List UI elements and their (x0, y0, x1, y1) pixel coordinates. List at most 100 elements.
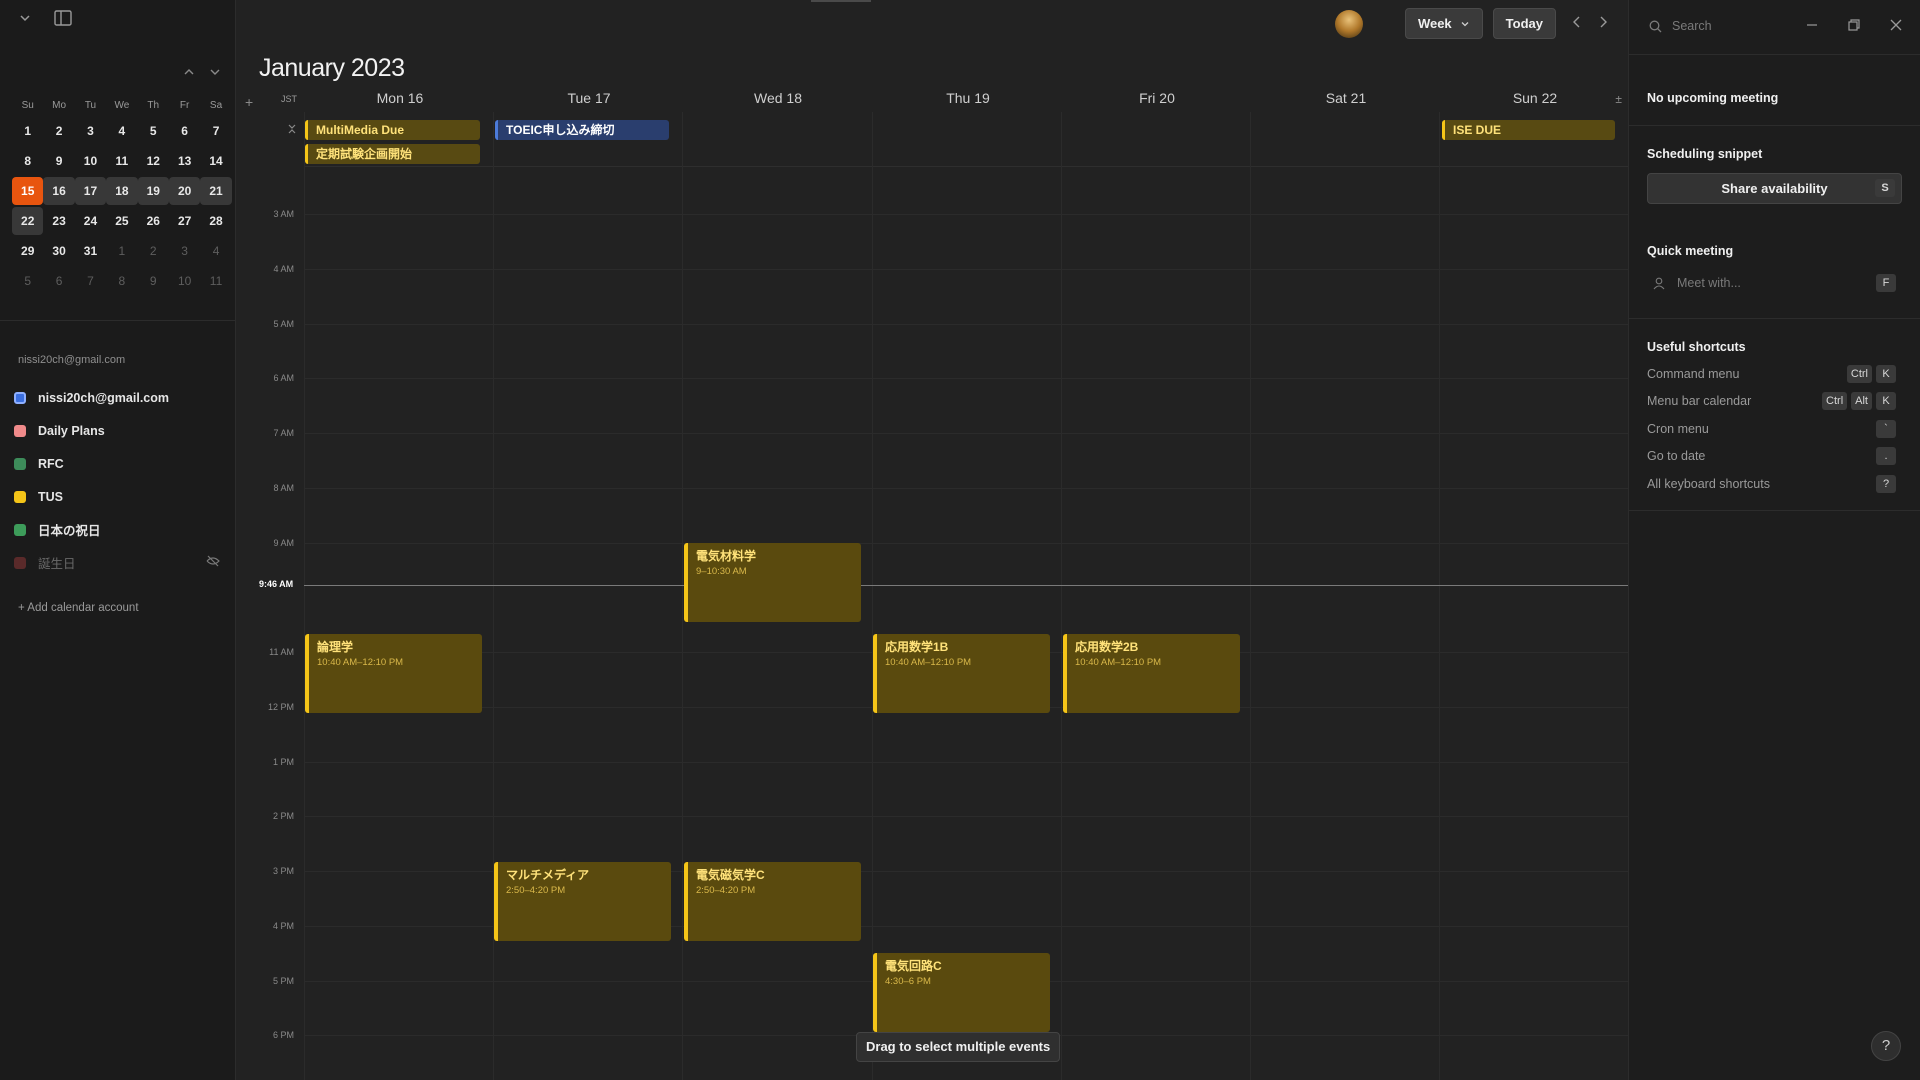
calendar-color-swatch[interactable] (14, 424, 26, 437)
mini-calendar-day[interactable]: 7 (75, 267, 106, 295)
calendar-item-tus[interactable]: TUS (14, 480, 224, 513)
weekday-label: We (114, 100, 130, 111)
today-button[interactable]: Today (1492, 8, 1556, 39)
mini-calendar-day[interactable]: 18 (106, 177, 138, 205)
mini-calendar-day[interactable]: 25 (106, 207, 137, 235)
shortcut-row[interactable]: Cron menu ` (1647, 420, 1902, 438)
mini-calendar-day[interactable]: 2 (43, 117, 74, 145)
mini-calendar-day[interactable]: 6 (169, 117, 200, 145)
calendar-color-swatch[interactable] (14, 391, 26, 404)
mini-calendar-day[interactable]: 4 (200, 237, 231, 265)
mini-calendar-day[interactable]: 12 (138, 147, 169, 175)
calendar-event[interactable]: 論理学 10:40 AM–12:10 PM (305, 634, 482, 713)
mini-calendar-day[interactable]: 1 (106, 237, 137, 265)
chevron-up-icon[interactable] (183, 66, 195, 81)
calendar-item-japan-holidays[interactable]: 日本の祝日 (14, 513, 224, 546)
shortcut-row[interactable]: Menu bar calendar Ctrl Alt K (1647, 392, 1902, 410)
mini-calendar-day[interactable]: 2 (138, 237, 169, 265)
mini-calendar-day[interactable]: 5 (12, 267, 43, 295)
plus-icon[interactable]: + (245, 94, 253, 110)
mini-calendar-day[interactable]: 3 (169, 237, 200, 265)
minimize-icon[interactable] (1806, 18, 1818, 34)
calendar-color-swatch[interactable] (14, 457, 26, 470)
mini-calendar-day[interactable]: 11 (106, 147, 137, 175)
collapse-all-day-icon[interactable] (287, 123, 297, 137)
calendar-event[interactable]: 電気材料学 9–10:30 AM (684, 543, 861, 622)
mini-calendar-day[interactable]: 11 (200, 267, 231, 295)
rss-icon[interactable] (14, 523, 26, 536)
mini-calendar-day[interactable]: 4 (106, 117, 137, 145)
mini-calendar-day[interactable]: 31 (75, 237, 106, 265)
day-header[interactable]: Mon 16 (305, 90, 495, 112)
mini-calendar-day[interactable]: 8 (12, 147, 43, 175)
chevron-down-icon[interactable] (209, 66, 221, 81)
calendar-item-birthdays[interactable]: 誕生日 (14, 546, 224, 579)
share-availability-button[interactable]: Share availability S (1647, 173, 1902, 204)
shortcut-row[interactable]: Command menu Ctrl K (1647, 365, 1902, 383)
day-header[interactable]: Fri 20 (1062, 90, 1252, 112)
mini-calendar-day[interactable]: 19 (137, 177, 169, 205)
calendar-event[interactable]: 電気磁気学C 2:50–4:20 PM (684, 862, 861, 941)
mini-calendar-day[interactable]: 27 (169, 207, 200, 235)
window-drag-handle[interactable] (811, 0, 871, 2)
avatar[interactable] (1334, 9, 1363, 38)
meet-with-input[interactable]: Meet with... F (1653, 274, 1902, 292)
mini-calendar-day[interactable]: 7 (200, 117, 231, 145)
mini-calendar-day[interactable]: 3 (75, 117, 106, 145)
mini-calendar-day[interactable]: 6 (43, 267, 74, 295)
mini-calendar-day[interactable]: 9 (43, 147, 74, 175)
mini-calendar-day[interactable]: 26 (138, 207, 169, 235)
view-select-button[interactable]: Week (1404, 8, 1483, 39)
day-header[interactable]: Tue 17 (494, 90, 684, 112)
mini-calendar-day[interactable]: 10 (75, 147, 106, 175)
mini-calendar-day[interactable]: 17 (74, 177, 107, 205)
mini-calendar-today[interactable]: 15 (12, 177, 44, 205)
calendar-item-rfc[interactable]: RFC (14, 447, 224, 480)
mini-calendar-day[interactable]: 16 (43, 177, 75, 205)
mini-calendar-day[interactable]: 30 (43, 237, 74, 265)
mini-calendar-day[interactable]: 5 (138, 117, 169, 145)
calendar-event[interactable]: 電気回路C 4:30–6 PM (873, 953, 1050, 1032)
calendar-color-swatch[interactable] (14, 556, 26, 569)
sidebar-toggle-icon[interactable] (54, 10, 72, 26)
mini-calendar-day[interactable]: 29 (12, 237, 43, 265)
mini-calendar-day[interactable]: 14 (200, 147, 231, 175)
restore-icon[interactable] (1848, 18, 1860, 34)
mini-calendar-day[interactable]: 23 (43, 207, 74, 235)
eye-off-icon[interactable] (206, 555, 220, 570)
all-day-event[interactable]: TOEIC申し込み締切 (495, 120, 669, 140)
search-input[interactable]: Search (1649, 19, 1712, 33)
calendar-item-daily-plans[interactable]: Daily Plans (14, 414, 224, 447)
all-day-event[interactable]: 定期試験企画開始 (305, 144, 480, 164)
mini-calendar-day[interactable]: 22 (12, 207, 44, 235)
mini-calendar-day[interactable]: 24 (75, 207, 106, 235)
calendar-event[interactable]: 応用数学1B 10:40 AM–12:10 PM (873, 634, 1050, 713)
calendar-event[interactable]: マルチメディア 2:50–4:20 PM (494, 862, 671, 941)
all-day-event[interactable]: ISE DUE (1442, 120, 1615, 140)
add-calendar-account-button[interactable]: + Add calendar account (18, 602, 139, 614)
chevron-left-icon[interactable] (1572, 15, 1582, 33)
calendar-item-primary[interactable]: nissi20ch@gmail.com (14, 381, 224, 414)
chevron-right-icon[interactable] (1598, 15, 1608, 33)
mini-calendar-day[interactable]: 20 (168, 177, 201, 205)
calendar-event[interactable]: 応用数学2B 10:40 AM–12:10 PM (1063, 634, 1240, 713)
calendar-color-swatch[interactable] (14, 490, 26, 503)
day-header[interactable]: Thu 19 (873, 90, 1063, 112)
mini-calendar-day[interactable]: 28 (200, 207, 231, 235)
day-header[interactable]: Sat 21 (1251, 90, 1441, 112)
day-header[interactable]: Wed 18 (683, 90, 873, 112)
help-button[interactable]: ? (1871, 1031, 1901, 1061)
all-day-event[interactable]: MultiMedia Due (305, 120, 480, 140)
close-icon[interactable] (1890, 18, 1902, 34)
mini-calendar-day[interactable]: 21 (200, 177, 232, 205)
panel-divider (1629, 318, 1920, 319)
mini-calendar-day[interactable]: 9 (138, 267, 169, 295)
chevron-down-icon[interactable] (18, 10, 32, 26)
mini-calendar-day[interactable]: 13 (169, 147, 200, 175)
mini-calendar-day[interactable]: 1 (12, 117, 43, 145)
shortcut-row[interactable]: Go to date . (1647, 447, 1902, 465)
day-header[interactable]: Sun 22 (1440, 90, 1630, 112)
shortcut-row[interactable]: All keyboard shortcuts ? (1647, 475, 1902, 493)
mini-calendar-day[interactable]: 10 (169, 267, 200, 295)
mini-calendar-day[interactable]: 8 (106, 267, 137, 295)
